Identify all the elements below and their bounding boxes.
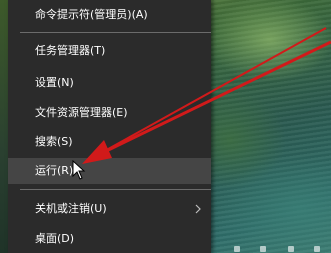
menu-item-label: 设置(N) xyxy=(35,76,74,89)
menu-item-file-explorer[interactable]: 文件资源管理器(E) xyxy=(8,100,211,126)
menu-separator xyxy=(20,189,211,190)
desktop-wallpaper-edge xyxy=(0,0,8,253)
menu-item-shutdown-signout[interactable]: 关机或注销(U) xyxy=(8,196,211,222)
menu-item-label: 命令提示符(管理员)(A) xyxy=(35,8,148,21)
desktop-icon[interactable] xyxy=(288,246,294,252)
desktop-icon[interactable] xyxy=(260,246,266,252)
power-user-context-menu: 命令提示符(管理员)(A) 任务管理器(T) 设置(N) 文件资源管理器(E) … xyxy=(8,0,211,253)
menu-item-settings[interactable]: 设置(N) xyxy=(8,70,211,96)
chevron-right-icon xyxy=(195,204,201,214)
menu-item-label: 桌面(D) xyxy=(35,232,75,245)
menu-separator xyxy=(20,32,211,33)
desktop-icon[interactable] xyxy=(314,246,320,252)
menu-item-label: 运行(R) xyxy=(35,164,74,177)
menu-item-label: 任务管理器(T) xyxy=(35,44,106,57)
menu-item-label: 搜索(S) xyxy=(35,135,73,148)
menu-item-cmd-admin[interactable]: 命令提示符(管理员)(A) xyxy=(8,2,211,28)
desktop-icons-strip xyxy=(220,243,331,253)
menu-item-search[interactable]: 搜索(S) xyxy=(8,129,211,155)
menu-item-task-manager[interactable]: 任务管理器(T) xyxy=(8,38,211,64)
desktop-icon[interactable] xyxy=(234,246,240,252)
menu-item-run[interactable]: 运行(R) xyxy=(8,158,211,184)
menu-item-label: 关机或注销(U) xyxy=(35,202,107,215)
menu-item-label: 文件资源管理器(E) xyxy=(35,106,128,119)
mouse-cursor-icon xyxy=(72,160,86,180)
menu-item-desktop[interactable]: 桌面(D) xyxy=(8,226,211,252)
